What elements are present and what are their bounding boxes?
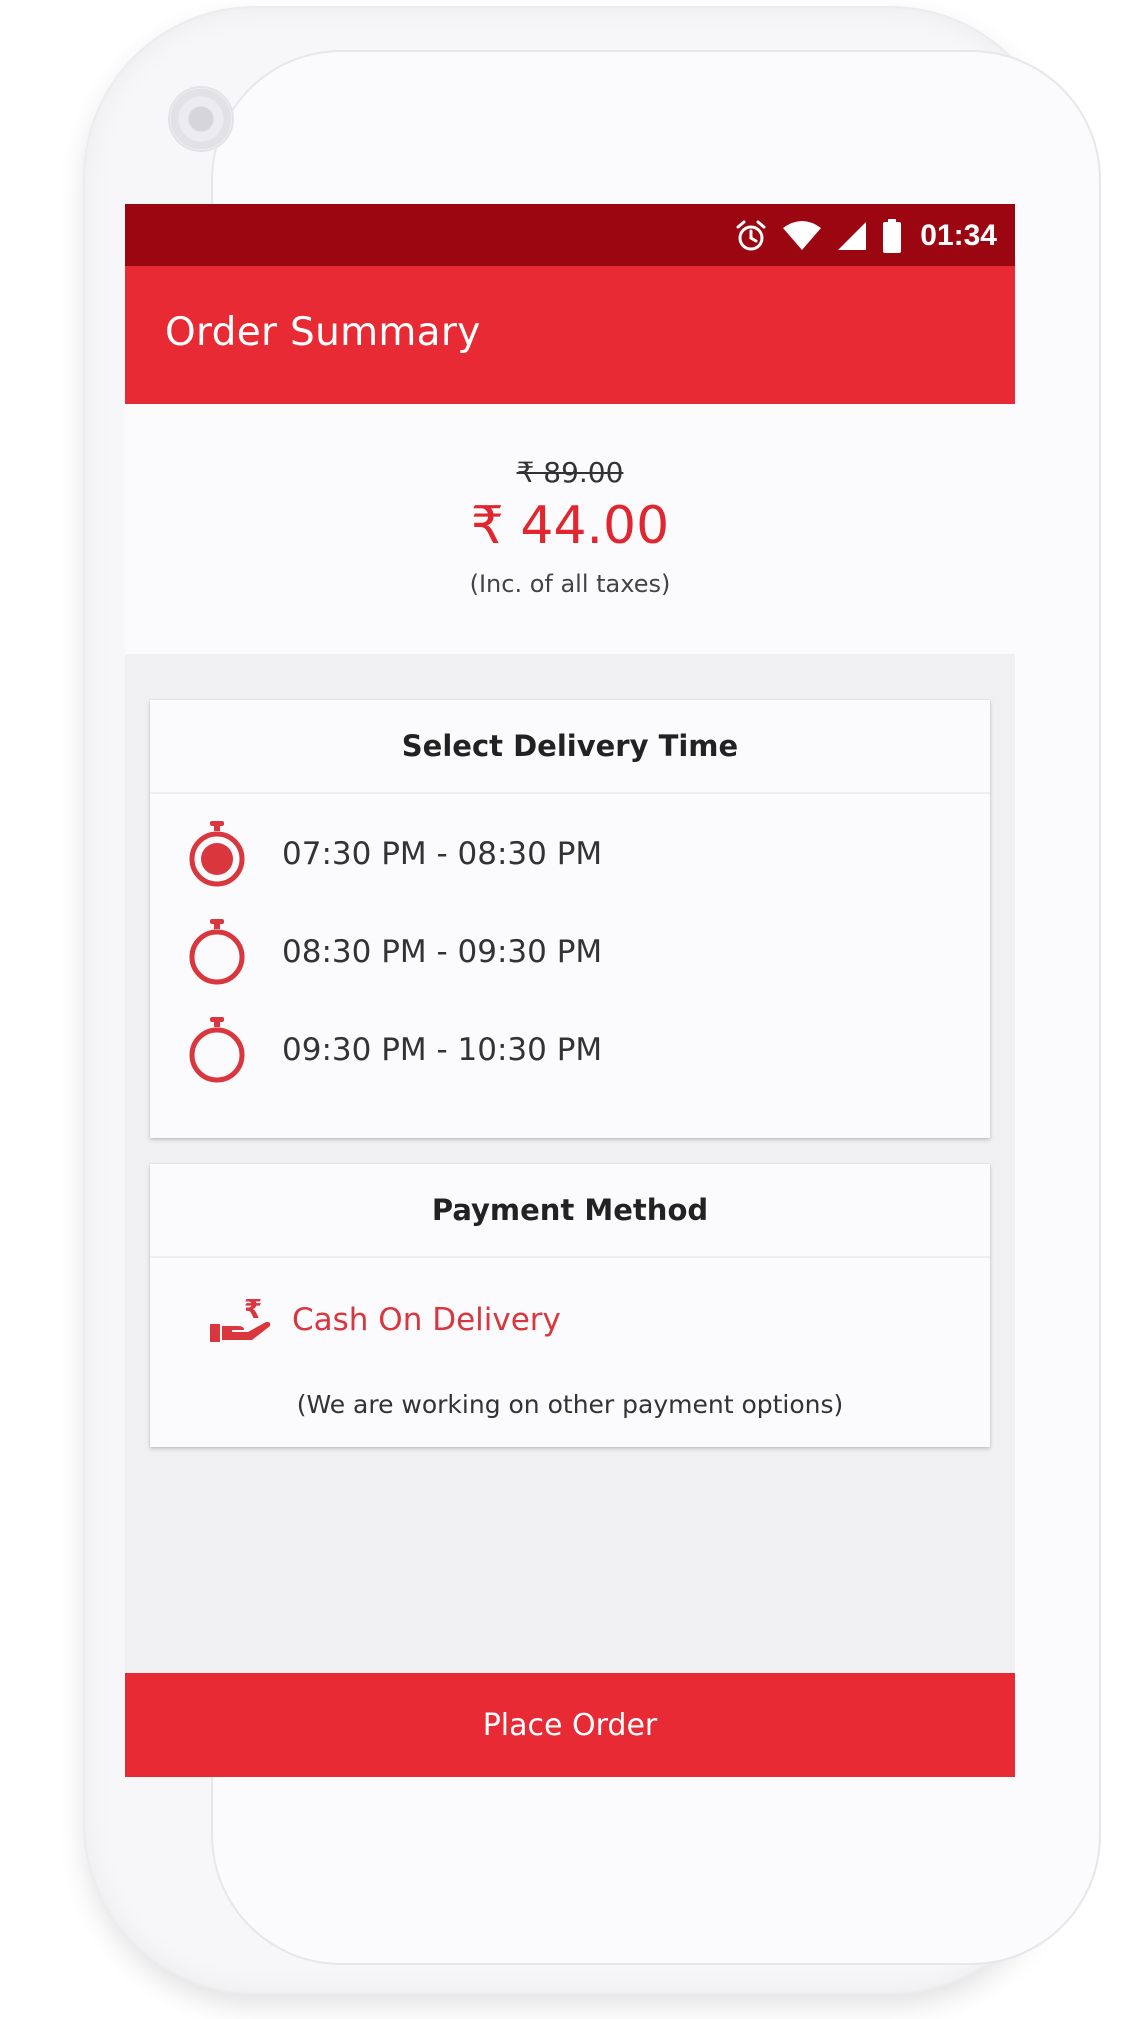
discounted-price: ₹ 44.00: [470, 496, 670, 556]
stopwatch-icon: [186, 917, 248, 987]
battery-icon: [883, 219, 902, 253]
place-order-button[interactable]: Place Order: [125, 1673, 1015, 1777]
price-summary: ₹ 89.00 ₹ 44.00 (Inc. of all taxes): [125, 404, 1015, 654]
status-icons: 01:34: [734, 216, 997, 256]
payment-option-label: Cash On Delivery: [292, 1302, 561, 1338]
tax-note: (Inc. of all taxes): [469, 570, 671, 598]
delivery-time-title: Select Delivery Time: [150, 700, 990, 794]
svg-text:₹: ₹: [244, 1295, 262, 1325]
receipt-edge: [125, 644, 1015, 654]
cash-in-hand-icon: ₹: [210, 1295, 271, 1342]
delivery-slot-label: 09:30 PM - 10:30 PM: [282, 1032, 603, 1068]
signal-icon: [838, 222, 867, 250]
status-time: 01:34: [920, 219, 997, 252]
delivery-slot-2[interactable]: 08:30 PM - 09:30 PM: [186, 916, 602, 988]
app-screen: 01:34 Order Summary ₹ 89.00 ₹ 44.00 (Inc…: [125, 204, 1015, 1777]
wifi-icon: [783, 221, 822, 250]
payment-option-cod[interactable]: ₹ Cash On Delivery: [208, 1294, 561, 1346]
payment-method-title: Payment Method: [150, 1164, 990, 1258]
delivery-slot-label: 07:30 PM - 08:30 PM: [282, 836, 603, 872]
front-camera: [170, 88, 232, 150]
original-price: ₹ 89.00: [516, 456, 624, 489]
page-title: Order Summary: [165, 310, 481, 355]
payment-method-card: Payment Method ₹ Cash On Delivery (We ar…: [150, 1164, 990, 1447]
delivery-slot-label: 08:30 PM - 09:30 PM: [282, 934, 603, 970]
payment-note: (We are working on other payment options…: [296, 1390, 844, 1419]
stopwatch-icon: [186, 1015, 248, 1085]
delivery-slot-3[interactable]: 09:30 PM - 10:30 PM: [186, 1014, 602, 1086]
status-bar: 01:34: [125, 204, 1015, 266]
app-bar: Order Summary: [125, 266, 1015, 404]
stopwatch-selected-icon: [186, 819, 248, 889]
delivery-time-card: Select Delivery Time 07:30 PM - 08:30 PM: [150, 700, 990, 1138]
alarm-icon: [736, 220, 766, 251]
delivery-slot-1[interactable]: 07:30 PM - 08:30 PM: [186, 818, 602, 890]
